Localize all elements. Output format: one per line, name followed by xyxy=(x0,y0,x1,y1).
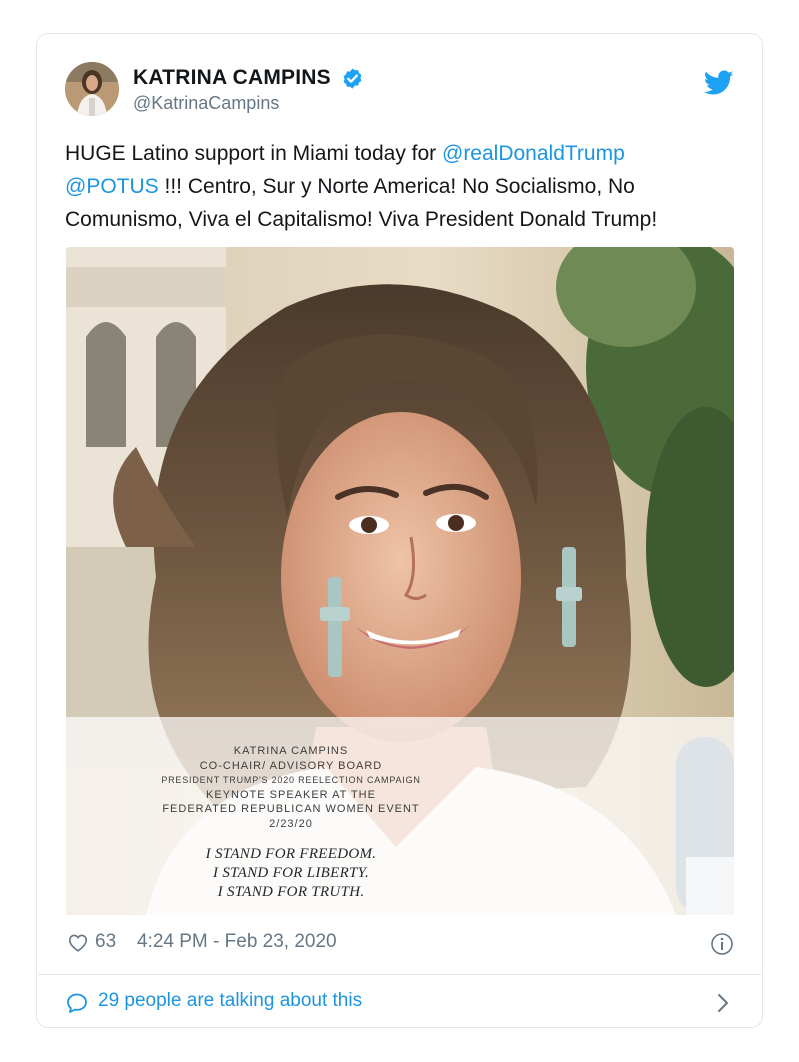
conversation-label[interactable]: 29 people are talking about this xyxy=(98,990,362,1012)
overlay-line-event: FEDERATED REPUBLICAN WOMEN EVENT xyxy=(162,803,420,815)
tweet-timestamp[interactable]: 4:24 PM - Feb 23, 2020 xyxy=(137,931,337,953)
overlay-line-date: 2/23/20 xyxy=(269,817,313,830)
overlay-slogan-freedom: I STAND FOR FREEDOM. xyxy=(205,846,377,862)
avatar[interactable] xyxy=(65,62,119,116)
speech-bubble-icon xyxy=(67,993,87,1013)
tweet-photo[interactable]: KATRINA CAMPINS CO-CHAIR/ ADVISORY BOARD… xyxy=(66,247,734,915)
mention-realdonaldtrump[interactable]: @realDonaldTrump xyxy=(442,142,625,165)
tweet-text-part1: HUGE Latino support in Miami today for xyxy=(65,142,442,165)
overlay-line-name: KATRINA CAMPINS xyxy=(233,745,349,757)
tweet-text: HUGE Latino support in Miami today for @… xyxy=(65,137,745,236)
overlay-slogan-truth: I STAND FOR TRUTH. xyxy=(217,884,365,900)
user-names: KATRINA CAMPINS @KatrinaCampins xyxy=(133,66,364,114)
tweet-header: KATRINA CAMPINS @KatrinaCampins xyxy=(65,62,734,118)
tweet-card: KATRINA CAMPINS @KatrinaCampins HUGE Lat… xyxy=(36,33,763,1028)
tweet-footer: 63 4:24 PM - Feb 23, 2020 xyxy=(65,930,734,960)
like-count[interactable]: 63 xyxy=(95,931,116,953)
mention-potus[interactable]: @POTUS xyxy=(65,175,159,198)
heart-icon[interactable] xyxy=(67,932,89,954)
verified-badge-icon xyxy=(343,67,362,89)
chevron-right-icon[interactable] xyxy=(716,992,730,1014)
display-name[interactable]: KATRINA CAMPINS xyxy=(133,66,331,90)
photo-overlay-text: KATRINA CAMPINS CO-CHAIR/ ADVISORY BOARD… xyxy=(66,744,516,902)
footer-divider xyxy=(38,974,761,975)
overlay-line-keynote: KEYNOTE SPEAKER AT THE xyxy=(206,788,376,801)
overlay-line-role: CO-CHAIR/ ADVISORY BOARD xyxy=(199,759,383,772)
twitter-bird-icon[interactable] xyxy=(704,70,734,96)
info-icon[interactable] xyxy=(710,932,734,956)
overlay-line-campaign: PRESIDENT TRUMP'S 2020 REELECTION CAMPAI… xyxy=(161,775,421,785)
overlay-slogan-liberty: I STAND FOR LIBERTY. xyxy=(212,865,369,881)
user-handle[interactable]: @KatrinaCampins xyxy=(133,93,364,114)
conversation-link[interactable]: 29 people are talking about this xyxy=(65,988,734,1018)
